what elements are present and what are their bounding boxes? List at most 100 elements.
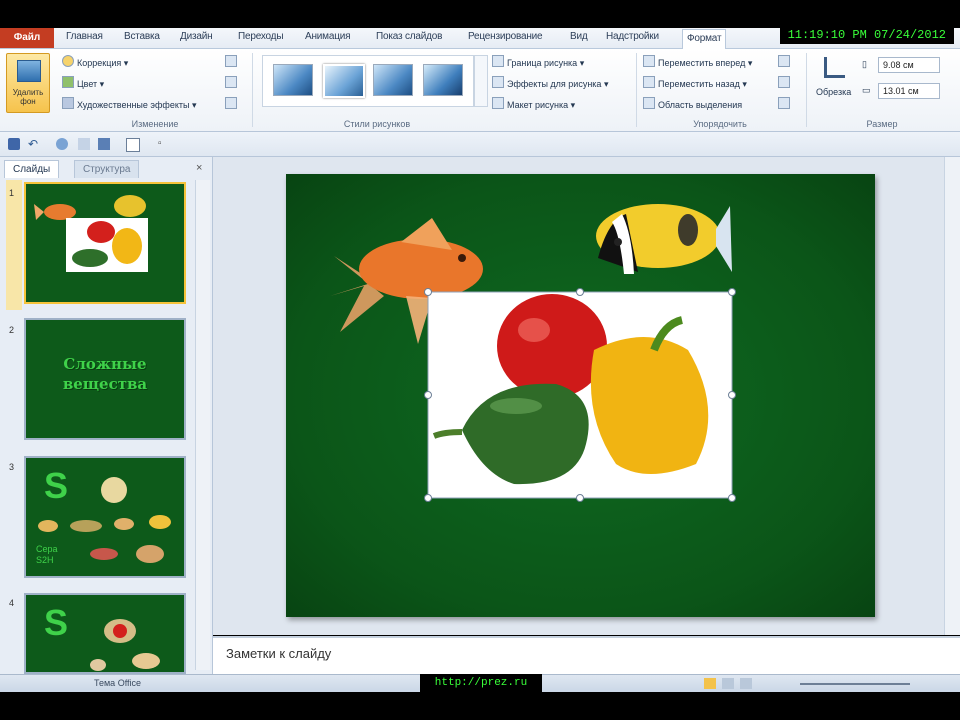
change-picture-button[interactable]: [225, 76, 240, 90]
slide-thumbnail-2[interactable]: Сложные вещества: [24, 318, 186, 440]
picture-style-4[interactable]: [423, 64, 463, 96]
ribbon: Удалить фон Коррекция ▾ Цвет ▾ Художеств…: [0, 49, 960, 132]
current-slide[interactable]: [286, 174, 875, 617]
remove-background-button[interactable]: Удалить фон: [6, 53, 50, 113]
width-icon: ▭: [862, 85, 871, 95]
sorter-view-icon[interactable]: [722, 678, 734, 689]
crop-icon: [824, 57, 845, 78]
picture-effects-button[interactable]: Эффекты для рисунка ▾: [492, 76, 608, 90]
tab-transitions[interactable]: Переходы: [238, 31, 284, 46]
styles-gallery-scroll[interactable]: [474, 55, 488, 107]
group-button[interactable]: [778, 76, 793, 90]
slide-number: 3: [9, 462, 15, 472]
width-field[interactable]: 13.01 см: [878, 83, 940, 99]
new-icon[interactable]: [126, 138, 140, 152]
border-icon: [492, 55, 504, 67]
sun-icon: [62, 55, 74, 67]
selection-pane-icon: [643, 97, 655, 109]
zoom-slider[interactable]: [800, 683, 910, 685]
tab-view[interactable]: Вид: [570, 31, 588, 46]
panel-tabs: Слайды Структура: [4, 160, 210, 178]
tab-animation[interactable]: Анимация: [305, 31, 351, 46]
url-overlay: http://prez.ru: [420, 674, 542, 692]
tab-outline[interactable]: Структура: [74, 160, 140, 178]
resize-handle[interactable]: [728, 288, 736, 296]
print-icon[interactable]: [78, 138, 90, 150]
slide-thumbnail-3[interactable]: S Сера S2H: [24, 456, 186, 578]
slide-number: 4: [9, 598, 15, 608]
reset-picture-button[interactable]: [225, 97, 240, 111]
reset-icon: [225, 97, 237, 109]
remove-background-label: Удалить фон: [12, 88, 44, 106]
slideshow-icon[interactable]: [98, 138, 110, 150]
palette-icon: [62, 76, 74, 88]
slide-3-label: Сера S2H: [36, 544, 58, 565]
normal-view-icon[interactable]: [704, 678, 716, 689]
height-icon: ▯: [862, 59, 867, 69]
slide-thumbnail-1[interactable]: [24, 182, 186, 304]
tab-review[interactable]: Рецензирование: [468, 31, 543, 46]
separator: [636, 53, 637, 127]
picture-style-2[interactable]: [323, 64, 365, 98]
crop-button[interactable]: Обрезка: [816, 55, 851, 103]
save-icon[interactable]: [8, 138, 20, 150]
tab-format[interactable]: Формат: [682, 29, 727, 49]
resize-handle[interactable]: [424, 391, 432, 399]
resize-handle[interactable]: [424, 494, 432, 502]
tab-design[interactable]: Дизайн: [180, 31, 213, 46]
arrange-group-label: Упорядочить: [693, 119, 747, 129]
slide-content: [330, 204, 733, 499]
customize-icon[interactable]: ▫: [158, 138, 170, 150]
undo-icon[interactable]: ↶: [28, 138, 40, 150]
tab-slides[interactable]: Слайды: [4, 160, 60, 178]
corrections-button[interactable]: Коррекция ▾: [62, 55, 128, 69]
resize-handle[interactable]: [424, 288, 432, 296]
slide-1-preview: [34, 195, 148, 272]
resize-handle[interactable]: [576, 288, 584, 296]
selection-strip: [6, 180, 22, 310]
reading-view-icon[interactable]: [740, 678, 752, 689]
tab-addins[interactable]: Надстройки: [606, 31, 659, 46]
picture-layout-button[interactable]: Макет рисунка ▾: [492, 97, 575, 111]
peppers-picture[interactable]: [427, 291, 733, 499]
resize-handle[interactable]: [728, 391, 736, 399]
artistic-effects-button[interactable]: Художественные эффекты ▾: [62, 97, 196, 111]
align-button[interactable]: [778, 55, 793, 69]
picture-border-button[interactable]: Граница рисунка ▾: [492, 55, 584, 69]
butterflyfish-image[interactable]: [596, 204, 732, 274]
notes-placeholder: Заметки к слайду: [226, 646, 332, 661]
close-icon[interactable]: ×: [196, 162, 202, 174]
send-backward-button[interactable]: Переместить назад ▾: [643, 76, 747, 90]
align-icon: [778, 55, 790, 67]
bottom-black-band: [0, 692, 960, 720]
selection-pane-button[interactable]: Область выделения: [643, 97, 742, 111]
layout-icon: [492, 97, 504, 109]
main-vertical-scrollbar[interactable]: [944, 157, 960, 635]
resize-handle[interactable]: [728, 494, 736, 502]
redo-icon[interactable]: [56, 138, 68, 150]
tab-insert[interactable]: Вставка: [124, 31, 160, 46]
clock-overlay: 11:19:10 PM 07/24/2012: [779, 27, 954, 44]
picture-styles-gallery[interactable]: [262, 55, 474, 107]
picture-style-3[interactable]: [373, 64, 413, 96]
remove-background-icon: [17, 60, 41, 82]
picture-style-1[interactable]: [273, 64, 313, 96]
styles-group-label: Стили рисунков: [343, 119, 411, 129]
height-field[interactable]: 9.08 см: [878, 57, 940, 73]
tab-slideshow[interactable]: Показ слайдов: [376, 31, 442, 46]
compress-pictures-button[interactable]: [225, 55, 240, 69]
file-tab[interactable]: Файл: [0, 28, 54, 48]
resize-handle[interactable]: [576, 494, 584, 502]
compress-icon: [225, 55, 237, 67]
tab-home[interactable]: Главная: [66, 31, 103, 46]
rotate-button[interactable]: [778, 97, 793, 111]
effects-icon: [492, 76, 504, 88]
color-button[interactable]: Цвет ▾: [62, 76, 104, 90]
change-picture-icon: [225, 76, 237, 88]
bring-forward-button[interactable]: Переместить вперед ▾: [643, 55, 752, 69]
slide-thumbnail-4[interactable]: S: [24, 593, 186, 674]
rotate-icon: [778, 97, 790, 109]
slides-panel-scrollbar[interactable]: [195, 180, 210, 670]
separator: [806, 53, 807, 127]
slide-number: 2: [9, 325, 15, 335]
